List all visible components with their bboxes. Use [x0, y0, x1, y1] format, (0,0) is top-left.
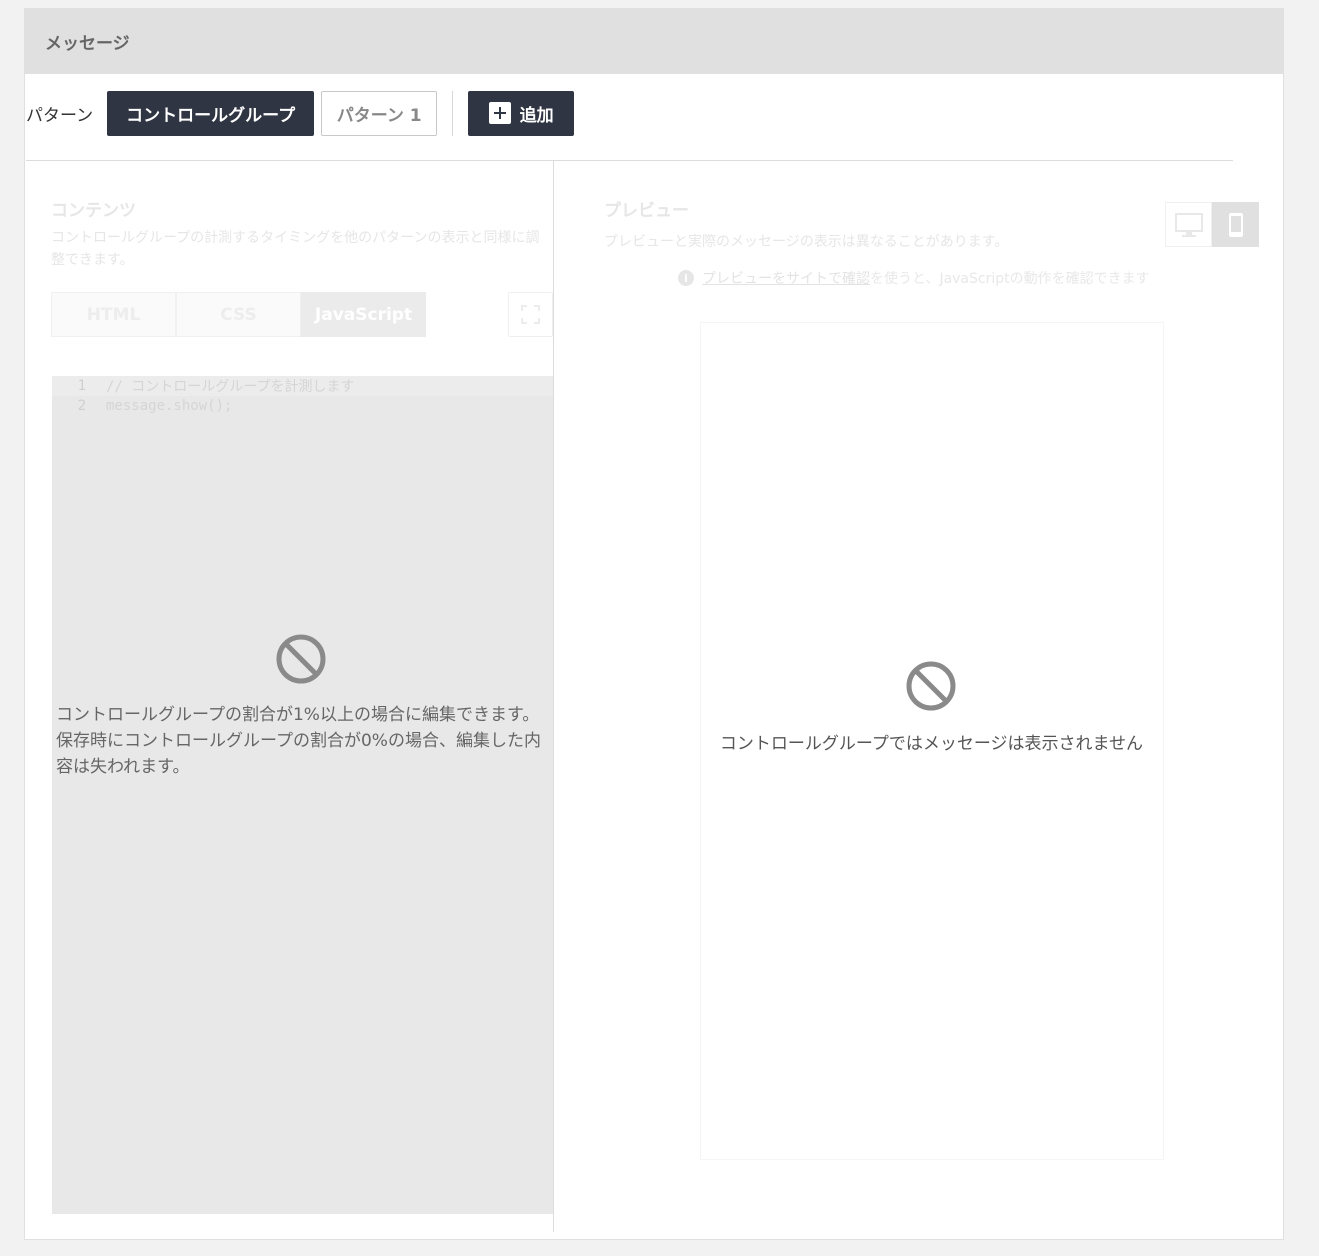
- tab-css[interactable]: CSS: [176, 292, 301, 337]
- code-tabs: HTML CSS JavaScript: [51, 292, 426, 337]
- tab-html[interactable]: HTML: [51, 292, 176, 337]
- fullscreen-button[interactable]: [508, 292, 553, 337]
- mobile-view-button[interactable]: [1212, 202, 1259, 247]
- code-editor: 1 // コントロールグループを計測します 2 message.show(); …: [52, 376, 553, 1214]
- add-pattern-button[interactable]: 追加: [468, 90, 575, 136]
- pattern-label: パターン: [26, 105, 94, 126]
- prohibited-icon: [276, 634, 326, 684]
- pattern-1-button[interactable]: パターン 1: [321, 90, 438, 136]
- pattern-selector: パターン コントロールグループ パターン 1 追加: [26, 90, 575, 136]
- contents-title: コンテンツ: [51, 201, 136, 221]
- info-icon: i: [678, 270, 694, 286]
- code-line: 2 message.show();: [52, 396, 233, 416]
- column-divider: [553, 161, 554, 1232]
- preview-on-site-link[interactable]: プレビューをサイトで確認: [702, 268, 870, 288]
- line-number: 2: [77, 398, 86, 414]
- fullscreen-icon: [521, 305, 540, 324]
- desktop-icon: [1174, 212, 1203, 237]
- code-line: 1 // コントロールグループを計測します: [52, 376, 553, 396]
- code-text: // コントロールグループを計測します: [106, 379, 355, 395]
- mobile-icon: [1228, 212, 1243, 237]
- prohibited-icon: [906, 661, 956, 711]
- preview-note: i プレビューをサイトで確認 を使うと、JavaScriptの動作を確認できます: [678, 268, 1150, 288]
- preview-disabled-message: コントロールグループではメッセージは表示されません: [719, 734, 1144, 754]
- desktop-view-button[interactable]: [1165, 202, 1212, 247]
- device-toggle: [1165, 202, 1259, 247]
- panel-title: メッセージ: [25, 9, 1283, 74]
- line-number: 1: [77, 378, 86, 394]
- preview-note-text: を使うと、JavaScriptの動作を確認できます: [870, 271, 1150, 287]
- tab-javascript[interactable]: JavaScript: [301, 292, 426, 337]
- add-label: 追加: [519, 105, 554, 126]
- horizontal-divider: [26, 160, 1233, 161]
- control-group-button[interactable]: コントロールグループ: [107, 90, 315, 136]
- code-text: message.show();: [106, 398, 233, 414]
- divider: [452, 90, 454, 136]
- preview-title: プレビュー: [604, 201, 689, 221]
- contents-description: コントロールグループの計測するタイミングを他のパターンの表示と同様に調整できます…: [51, 230, 540, 268]
- plus-icon: [488, 102, 511, 124]
- editor-disabled-message: コントロールグループの割合が1%以上の場合に編集できます。保存時にコントロールグ…: [56, 705, 541, 777]
- preview-description: プレビューと実際のメッセージの表示は異なることがあります。: [604, 234, 1009, 250]
